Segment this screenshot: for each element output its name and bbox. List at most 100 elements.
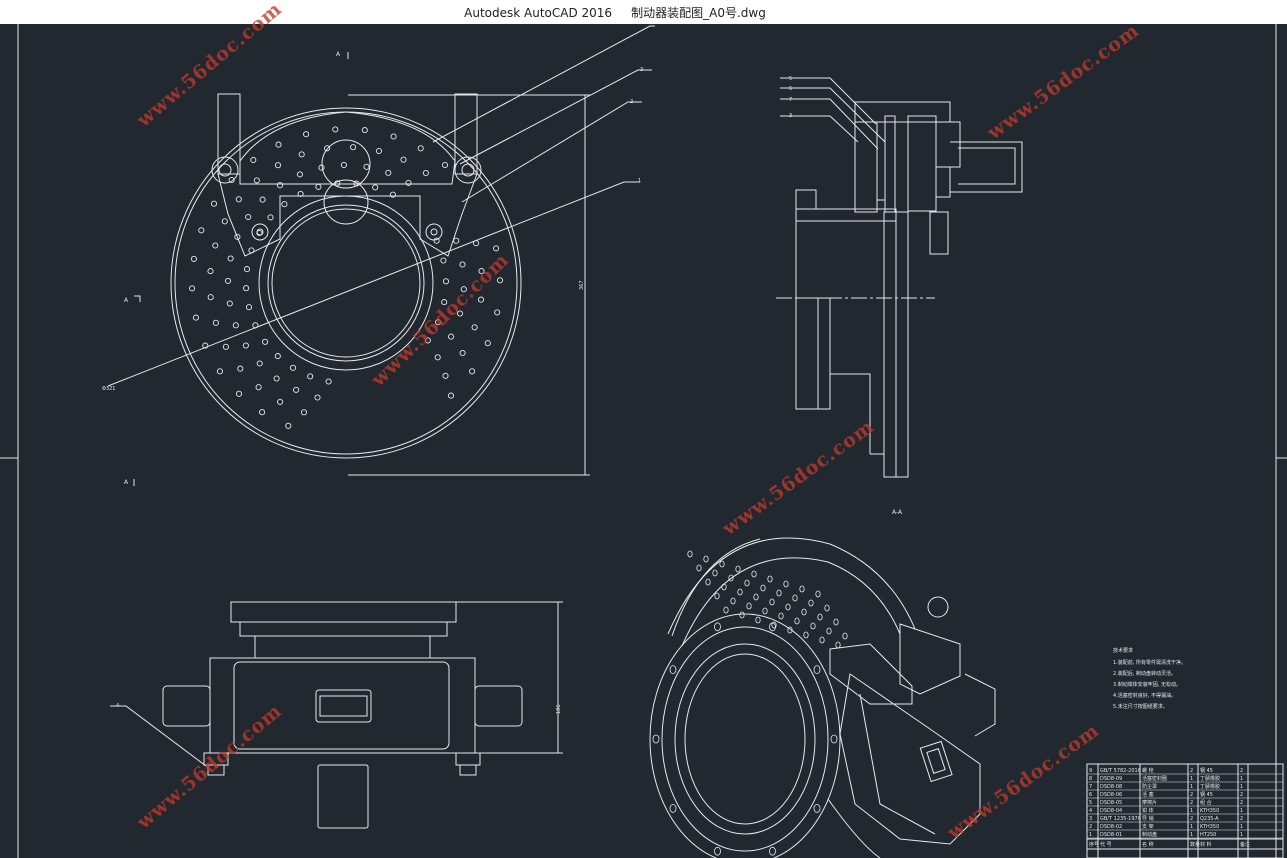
iso-hole	[721, 583, 727, 591]
bom-cell: 钢 45	[1200, 767, 1213, 774]
iso-view	[649, 537, 996, 858]
disc-hole	[375, 147, 382, 155]
iso-hole	[767, 575, 773, 583]
bom-header-cell: 备注	[1240, 841, 1250, 848]
callout-2: 2	[630, 99, 633, 105]
section-mark-bottom: A	[124, 479, 129, 486]
bom-cell: 1	[1240, 808, 1243, 814]
flange-bolt-hole	[652, 734, 660, 744]
disc-hole	[447, 392, 455, 399]
disc-hole	[232, 322, 239, 329]
svg-text:技术要求: 技术要求	[1113, 647, 1133, 654]
bom-cell: GB/T 1235-1976	[1100, 816, 1141, 822]
bom-cell: 7	[1089, 784, 1092, 790]
iso-hole	[819, 636, 825, 644]
disc-hole	[350, 144, 357, 151]
disc-hole	[390, 133, 397, 140]
bom-cell: 1	[1240, 832, 1243, 838]
flange-bolt-hole	[714, 846, 721, 856]
disc-hole	[210, 200, 218, 207]
bom-cell: HT250	[1200, 832, 1216, 838]
bom-cell: 2	[1190, 768, 1193, 774]
iso-hole	[803, 631, 809, 639]
iso-hole	[776, 589, 782, 597]
disc-hole	[256, 360, 263, 367]
disc-hole	[471, 324, 478, 331]
disc-hole	[363, 163, 370, 170]
disc-hole	[281, 201, 288, 208]
disc-hole	[361, 127, 368, 134]
iso-hole-pattern	[652, 550, 848, 856]
disc-hole	[189, 285, 196, 292]
iso-hole	[783, 580, 789, 588]
disc-hole	[469, 368, 476, 375]
bom-cell: 导 销	[1142, 815, 1154, 822]
iso-hole	[799, 585, 805, 593]
disc-hole	[253, 177, 260, 184]
disc-hole	[245, 304, 253, 311]
disc-hole	[237, 365, 244, 372]
disc-hole	[494, 309, 501, 316]
section-mark-top: A	[336, 51, 341, 58]
iso-hole	[808, 599, 814, 607]
tech-notes: 技术要求 1.装配前, 所有零件需清洗干净。 2.装配后, 制动盘转动灵活。 3…	[1113, 647, 1186, 710]
iso-hole	[712, 569, 718, 577]
iso-hole	[810, 622, 816, 630]
disc-hole	[303, 131, 310, 138]
iso-hole	[744, 579, 750, 587]
callout-3: 3	[640, 67, 643, 73]
bolt-hole-left	[251, 223, 269, 241]
iso-hole	[751, 570, 757, 578]
bom-cell: DSD8-02	[1100, 824, 1122, 830]
iso-hole	[755, 616, 761, 624]
iso-hole	[778, 612, 784, 620]
section-label: A-A	[892, 509, 903, 516]
disc-hole	[318, 164, 325, 171]
svg-text:5.未注尺寸按图纸要求。: 5.未注尺寸按图纸要求。	[1113, 703, 1168, 710]
disc-hole	[245, 213, 252, 221]
bom-cell: DSD8-05	[1100, 800, 1122, 806]
disc-hole	[340, 161, 347, 169]
bom-cell: 螺 栓	[1142, 767, 1154, 774]
flange-bolt-hole	[714, 622, 721, 632]
iso-hole	[794, 617, 800, 625]
disc-hole	[459, 349, 466, 357]
disc-hole	[405, 179, 412, 186]
flange-bolt-hole	[669, 804, 677, 813]
disc-hole	[298, 151, 305, 158]
disc-hole	[235, 196, 242, 203]
bom-cell: 1	[1240, 824, 1243, 830]
disc-hole	[216, 368, 223, 375]
disc-hole	[385, 169, 392, 176]
bom-cell: 8	[1089, 776, 1092, 782]
bom-table: 9 GB/T 5782-2016 螺 栓 2 钢 45 2 8 DSD8-09 活塞密封圈 1 丁腈…	[1087, 767, 1283, 848]
dia-dim: Φ321	[102, 386, 115, 392]
disc-hole	[262, 338, 269, 345]
bom-cell: 2	[1190, 816, 1193, 822]
bom-cell: 摩擦片	[1142, 799, 1157, 806]
bom-cell: 1	[1190, 808, 1193, 814]
iso-hole	[842, 632, 848, 640]
disc-hole	[212, 242, 219, 249]
iso-hole	[833, 618, 839, 626]
bom-cell: 组 合	[1200, 799, 1212, 806]
bom-cell: 3	[1089, 816, 1092, 822]
disc-hole	[417, 145, 424, 152]
iso-hub-bore	[674, 643, 816, 835]
height-dim: 367	[579, 280, 585, 290]
disc-hole	[273, 375, 280, 382]
disc-hole	[248, 247, 255, 254]
disc-hole	[222, 343, 229, 350]
drawing-canvas[interactable]: A A A A-A 3 2 1 5 6 7 3 4 Φ321 367 186 技…	[0, 0, 1287, 858]
bom-cell: KTH350	[1200, 808, 1219, 814]
section-mark-left: A	[124, 297, 129, 304]
disc-hole	[207, 294, 214, 301]
disc-hole	[400, 156, 407, 163]
disc-hole	[448, 333, 455, 340]
iso-hole	[785, 603, 791, 611]
bom-cell: 1	[1190, 832, 1193, 838]
disc-hole	[212, 319, 219, 326]
iso-hole	[762, 607, 768, 615]
disc-hole	[277, 398, 284, 405]
bom-cell: DSD8-09	[1100, 776, 1122, 782]
